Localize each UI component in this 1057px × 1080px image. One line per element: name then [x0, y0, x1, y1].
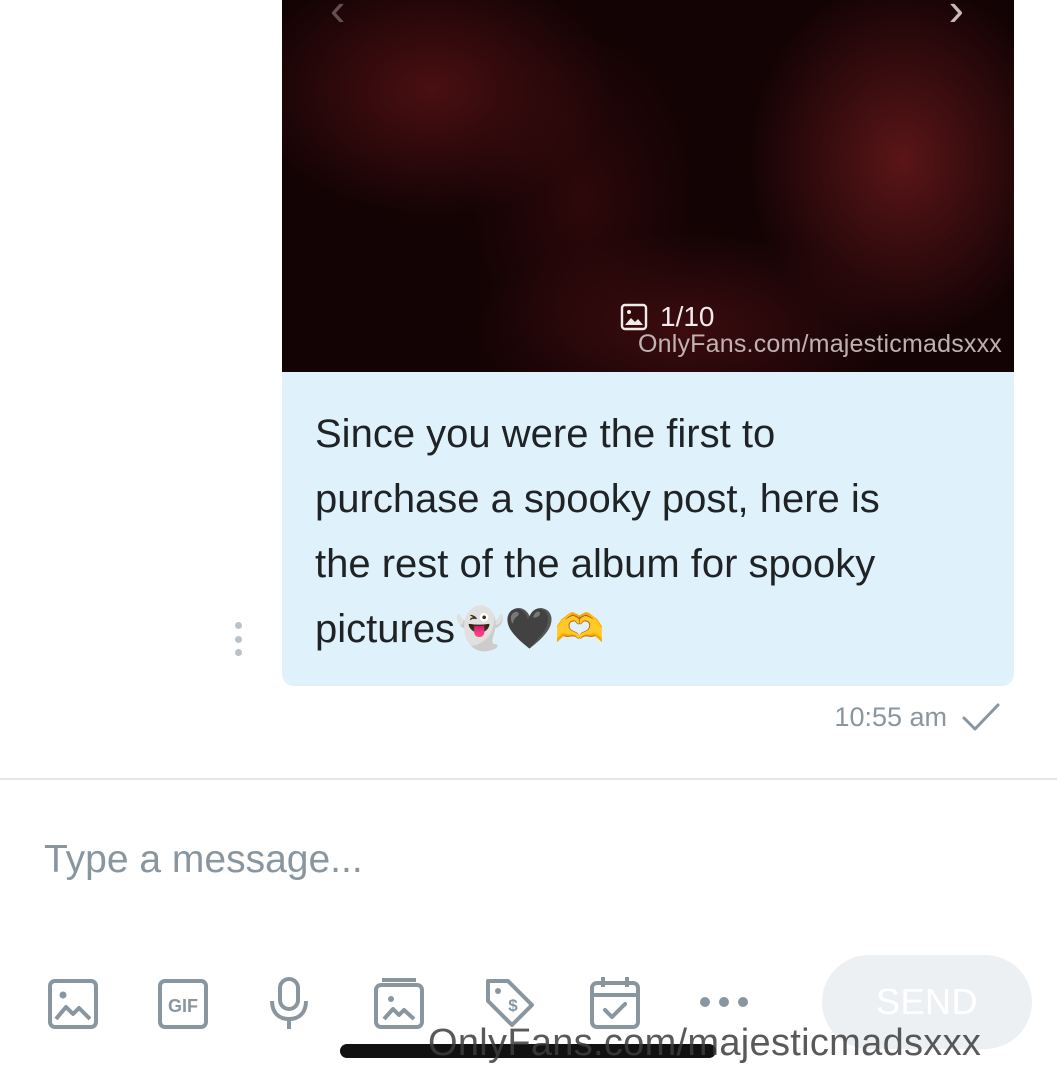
previous-media-icon[interactable]: ‹	[330, 0, 345, 32]
message-bubble: Since you were the first to purchase a s…	[282, 372, 1014, 686]
more-icon[interactable]	[700, 992, 748, 1012]
svg-text:GIF: GIF	[168, 996, 198, 1016]
media-vault-icon[interactable]	[372, 975, 426, 1031]
media-counter: 1/10	[620, 300, 715, 334]
svg-text:$: $	[508, 996, 518, 1015]
composer-divider	[0, 778, 1057, 780]
media-watermark: OnlyFans.com/majesticmadsxxx	[637, 330, 1002, 358]
message-text: Since you were the first to purchase a s…	[315, 412, 880, 651]
checkmark-icon	[962, 703, 1000, 731]
microphone-icon[interactable]	[262, 975, 316, 1031]
image-icon[interactable]	[46, 975, 100, 1031]
next-media-icon[interactable]: ›	[949, 0, 964, 32]
message-timestamp: 10:55 am	[834, 701, 947, 732]
message-options-icon[interactable]	[232, 622, 244, 656]
message-meta: 10:55 am	[834, 701, 1001, 733]
gif-icon[interactable]: GIF	[156, 975, 210, 1031]
media-preview[interactable]: ‹ › 1/10 OnlyFans.com/majesticmadsxxx	[282, 0, 1014, 372]
gallery-icon	[620, 303, 648, 331]
message-input[interactable]	[44, 830, 944, 890]
footer-watermark: OnlyFans.com/majesticmadsxxx	[428, 1022, 982, 1064]
media-counter-label: 1/10	[660, 301, 715, 332]
